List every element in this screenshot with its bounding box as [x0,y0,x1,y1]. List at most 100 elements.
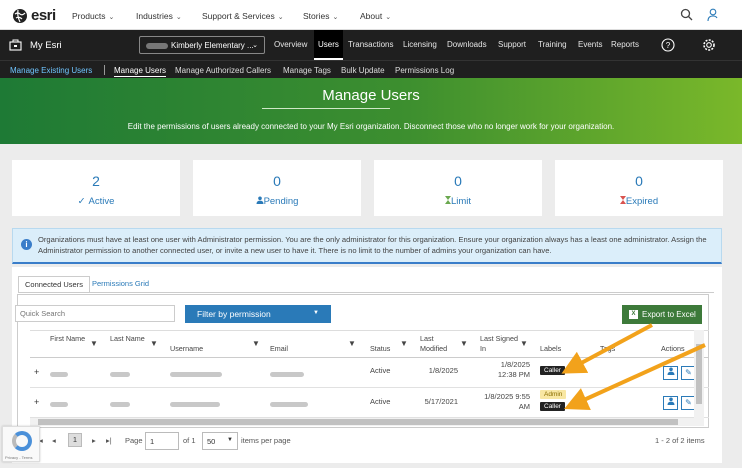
column-header-first-name[interactable]: First Name [50,334,90,344]
check-icon: ✓ [77,196,86,207]
column-header-last-name[interactable]: Last Name [110,334,150,344]
pencil-icon: ✎ [685,398,692,407]
globe-icon [13,8,27,23]
user-icon [667,397,674,405]
view-user-button[interactable] [663,366,678,380]
tab-connected-users[interactable]: Connected Users [18,276,90,293]
table-row: Active 1/8/2025 1/8/2025 12:38 PM Caller… [30,358,709,388]
page-of-label: of 1 [183,436,196,445]
tab-divider [18,292,714,293]
status-cell: Active [370,397,391,406]
chevron-down-icon: ⌄ [108,14,115,21]
excel-icon: X [629,310,638,319]
filter-icon[interactable]: ▼ [520,339,528,349]
column-header-labels[interactable]: Labels [540,344,561,354]
page-size-select[interactable]: 50 ▼ [202,432,238,450]
esri-logo[interactable]: esri [12,7,56,24]
subnav-manage-tags[interactable]: Manage Tags [283,66,331,75]
title-underline [262,108,390,109]
expand-row-button[interactable]: + [34,367,39,377]
stat-active[interactable]: 2 ✓ Active [12,160,180,216]
nav-stories[interactable]: Stories ⌄ [303,11,338,21]
last-page-button[interactable]: ▸| [106,436,112,445]
subnav-manage-authorized-callers[interactable]: Manage Authorized Callers [175,66,271,75]
admin-notice: i Organizations must have at least one u… [12,228,722,264]
stat-label: Limit [450,196,472,207]
view-user-button[interactable] [663,396,678,410]
filter-icon[interactable]: ▼ [460,339,468,349]
menu-events[interactable]: Events [578,40,602,49]
stat-label: Pending [263,196,299,207]
organization-icon [9,39,22,51]
brand-name: esri [31,7,56,24]
menu-training[interactable]: Training [538,40,567,49]
scrollbar-thumb[interactable] [696,344,702,404]
menu-overview[interactable]: Overview [274,40,307,49]
column-header-username[interactable]: Username [170,344,203,354]
menu-support[interactable]: Support [498,40,526,49]
chevron-down-icon: ⌄ [277,14,284,21]
filter-icon[interactable]: ▼ [348,339,356,349]
filter-icon[interactable]: ▼ [400,339,408,349]
pencil-icon: ✎ [685,368,692,377]
svg-text:?: ? [666,41,671,50]
redacted-email [270,400,308,410]
vertical-scrollbar[interactable] [694,330,704,426]
nav-support-services[interactable]: Support & Services ⌄ [202,11,284,21]
redacted-first-name [50,400,68,410]
current-page-number[interactable]: 1 [68,433,82,447]
column-header-status[interactable]: Status [370,344,390,354]
subnav-bulk-update[interactable]: Bulk Update [341,66,385,75]
next-page-button[interactable]: ▸ [92,436,96,445]
chevron-down-icon: ⌄ [385,14,392,21]
column-header-last-signed-in[interactable]: Last Signed In [480,334,520,354]
user-account-icon[interactable] [707,8,720,22]
previous-page-button[interactable]: ◂ [52,436,56,445]
user-icon [256,196,264,204]
menu-transactions[interactable]: Transactions [348,40,394,49]
expand-row-button[interactable]: + [34,397,39,407]
items-per-page-label: items per page [241,436,291,445]
menu-reports[interactable]: Reports [611,40,639,49]
recaptcha-icon [12,431,32,451]
subnav-manage-existing-users[interactable]: Manage Existing Users [10,66,92,75]
menu-users[interactable]: Users [314,30,343,60]
quick-search-input[interactable] [15,305,175,322]
filter-icon[interactable]: ▼ [90,339,98,349]
column-header-tags[interactable]: Tags [600,344,615,354]
menu-licensing[interactable]: Licensing [403,40,437,49]
last-signed-in-cell: 1/8/2025 9:55 AM [484,392,530,411]
last-signed-in-cell: 1/8/2025 12:38 PM [497,360,530,379]
admin-badge: Admin [540,390,567,399]
subnav-permissions-log[interactable]: Permissions Log [395,66,454,75]
stat-expired[interactable]: 0 Expired [555,160,723,216]
stat-pending[interactable]: 0 Pending [193,160,361,216]
filter-icon[interactable]: ▼ [150,339,158,349]
table-row: Active 5/17/2021 1/8/2025 9:55 AM Admin … [30,388,709,418]
column-header-last-modified[interactable]: Last Modified [420,334,460,354]
nav-industries[interactable]: Industries ⌄ [136,11,182,21]
menu-downloads[interactable]: Downloads [447,40,487,49]
column-header-email[interactable]: Email [270,344,288,354]
tab-permissions-grid[interactable]: Permissions Grid [86,276,155,291]
gear-icon[interactable] [702,38,716,52]
page-description: Edit the permissions of users already co… [127,122,615,131]
nav-products[interactable]: Products ⌄ [72,11,114,21]
subnav-manage-users[interactable]: Manage Users [114,66,167,77]
redacted-last-name [110,400,130,410]
filter-icon[interactable]: ▼ [252,339,260,349]
redacted-username [170,370,222,380]
redacted-last-name [110,370,130,380]
stat-label: Active [88,196,115,207]
filter-by-permission-dropdown[interactable]: Filter by permission ▼ [185,305,331,323]
search-icon[interactable] [680,8,693,21]
page-input[interactable]: 1 [145,432,179,450]
nav-about[interactable]: About ⌄ [360,11,391,21]
horizontal-scrollbar[interactable] [30,418,694,426]
recaptcha-badge[interactable]: Privacy - Terms [2,426,40,462]
export-to-excel-button[interactable]: X Export to Excel [622,305,702,324]
organization-select[interactable]: Kimberly Elementary ... ⌄ [139,36,265,54]
stat-limit[interactable]: 0 Limit [374,160,542,216]
scrollbar-thumb[interactable] [38,419,678,425]
help-icon[interactable]: ? [661,38,675,52]
